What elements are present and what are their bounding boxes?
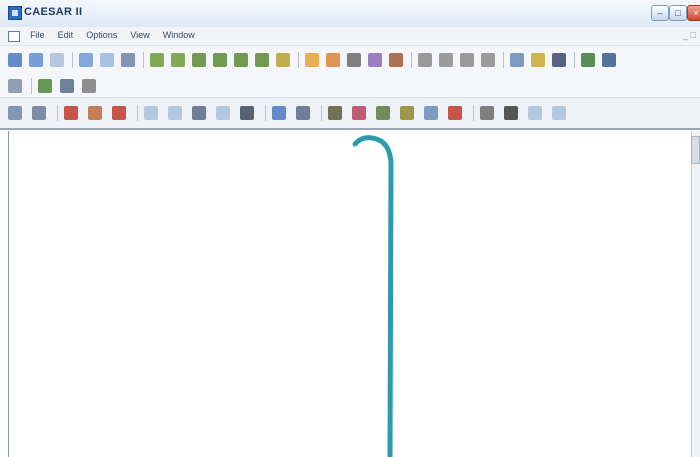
text-icon[interactable] (531, 53, 545, 67)
undo-icon[interactable] (29, 53, 43, 67)
toolbar-separator (574, 52, 575, 68)
line-style-icon[interactable] (64, 106, 78, 120)
refresh-icon[interactable] (8, 79, 22, 93)
close-button[interactable]: × (687, 5, 700, 21)
app-icon (8, 6, 22, 20)
redo-icon[interactable] (50, 53, 64, 67)
view-top-icon[interactable] (234, 53, 248, 67)
pipe-segment (352, 135, 394, 457)
grid-icon[interactable] (121, 53, 135, 67)
model-viewport[interactable] (8, 131, 693, 457)
valve-icon[interactable] (352, 106, 366, 120)
scrollbar-thumb[interactable] (691, 136, 700, 164)
toolbar-separator (321, 105, 322, 121)
render-wire-icon[interactable] (460, 53, 474, 67)
cut-icon[interactable] (528, 106, 542, 120)
toolbar-separator (298, 52, 299, 68)
application-window: CAESAR II – □ × File Edit Options View W… (0, 0, 700, 457)
mdi-controls[interactable]: _ □ (683, 30, 696, 40)
pointer-icon[interactable] (510, 53, 524, 67)
pan-icon[interactable] (347, 53, 361, 67)
vertical-scrollbar[interactable] (691, 131, 700, 457)
menu-options[interactable]: Options (81, 30, 122, 40)
maximize-button[interactable]: □ (669, 5, 687, 21)
tee-icon[interactable] (144, 106, 158, 120)
view-iso1-icon[interactable] (150, 53, 164, 67)
find-icon[interactable] (504, 106, 518, 120)
displacement-icon[interactable] (112, 106, 126, 120)
toolbar-separator (57, 105, 58, 121)
filter-icon[interactable] (296, 106, 310, 120)
view-bottom-icon[interactable] (255, 53, 269, 67)
orbit-icon[interactable] (305, 53, 319, 67)
toolbar-separator (473, 105, 474, 121)
zoom-icon[interactable] (8, 53, 22, 67)
view-back-icon[interactable] (213, 53, 227, 67)
range-icon[interactable] (32, 106, 46, 120)
toolbar-separator (137, 105, 138, 121)
toolbar-separator (31, 78, 32, 94)
zoom-window-icon[interactable] (79, 53, 93, 67)
node-numbers-icon[interactable] (389, 53, 403, 67)
print-icon[interactable] (581, 53, 595, 67)
menu-view[interactable]: View (125, 30, 154, 40)
circle-icon[interactable] (480, 106, 494, 120)
document-icon[interactable] (8, 31, 20, 42)
menu-file[interactable]: File (25, 30, 50, 40)
color-icon[interactable] (88, 106, 102, 120)
bend-icon[interactable] (168, 106, 182, 120)
properties-icon[interactable] (424, 106, 438, 120)
light-icon[interactable] (368, 53, 382, 67)
window-title: CAESAR II (24, 6, 83, 18)
minimize-button[interactable]: – (651, 5, 669, 21)
menu-edit[interactable]: Edit (53, 30, 79, 40)
title-bar: CAESAR II – □ × (0, 0, 700, 27)
pipe-model[interactable] (9, 131, 693, 457)
toolbar-display (0, 98, 700, 130)
view-side-icon[interactable] (276, 53, 290, 67)
element-icon[interactable] (38, 79, 52, 93)
toolbar-separator (503, 52, 504, 68)
toggle-icon[interactable] (240, 106, 254, 120)
force-icon[interactable] (192, 106, 206, 120)
thermometer-icon[interactable] (448, 106, 462, 120)
label-icon[interactable] (552, 53, 566, 67)
toolbar-view (0, 46, 700, 75)
chart-icon[interactable] (552, 106, 566, 120)
view-front-icon[interactable] (192, 53, 206, 67)
flag-icon[interactable] (272, 106, 286, 120)
render-solid-icon[interactable] (418, 53, 432, 67)
vessel-icon[interactable] (400, 106, 414, 120)
toolbar-edit (0, 75, 700, 98)
grid-on-icon[interactable] (8, 106, 22, 120)
stress-icon[interactable] (216, 106, 230, 120)
flange-icon[interactable] (376, 106, 390, 120)
render-hidden-icon[interactable] (439, 53, 453, 67)
toolbar-separator (411, 52, 412, 68)
dimension-icon[interactable] (60, 79, 74, 93)
toolbar-separator (265, 105, 266, 121)
toolbar-separator (143, 52, 144, 68)
restraint-icon[interactable] (82, 79, 96, 93)
render-outline-icon[interactable] (481, 53, 495, 67)
nozzle-icon[interactable] (328, 106, 342, 120)
toolbar-separator (72, 52, 73, 68)
menu-window[interactable]: Window (158, 30, 200, 40)
export-icon[interactable] (602, 53, 616, 67)
menu-bar: File Edit Options View Window _ □ (0, 27, 700, 46)
view-iso2-icon[interactable] (171, 53, 185, 67)
zoom-extents-icon[interactable] (100, 53, 114, 67)
zoom-select-icon[interactable] (326, 53, 340, 67)
